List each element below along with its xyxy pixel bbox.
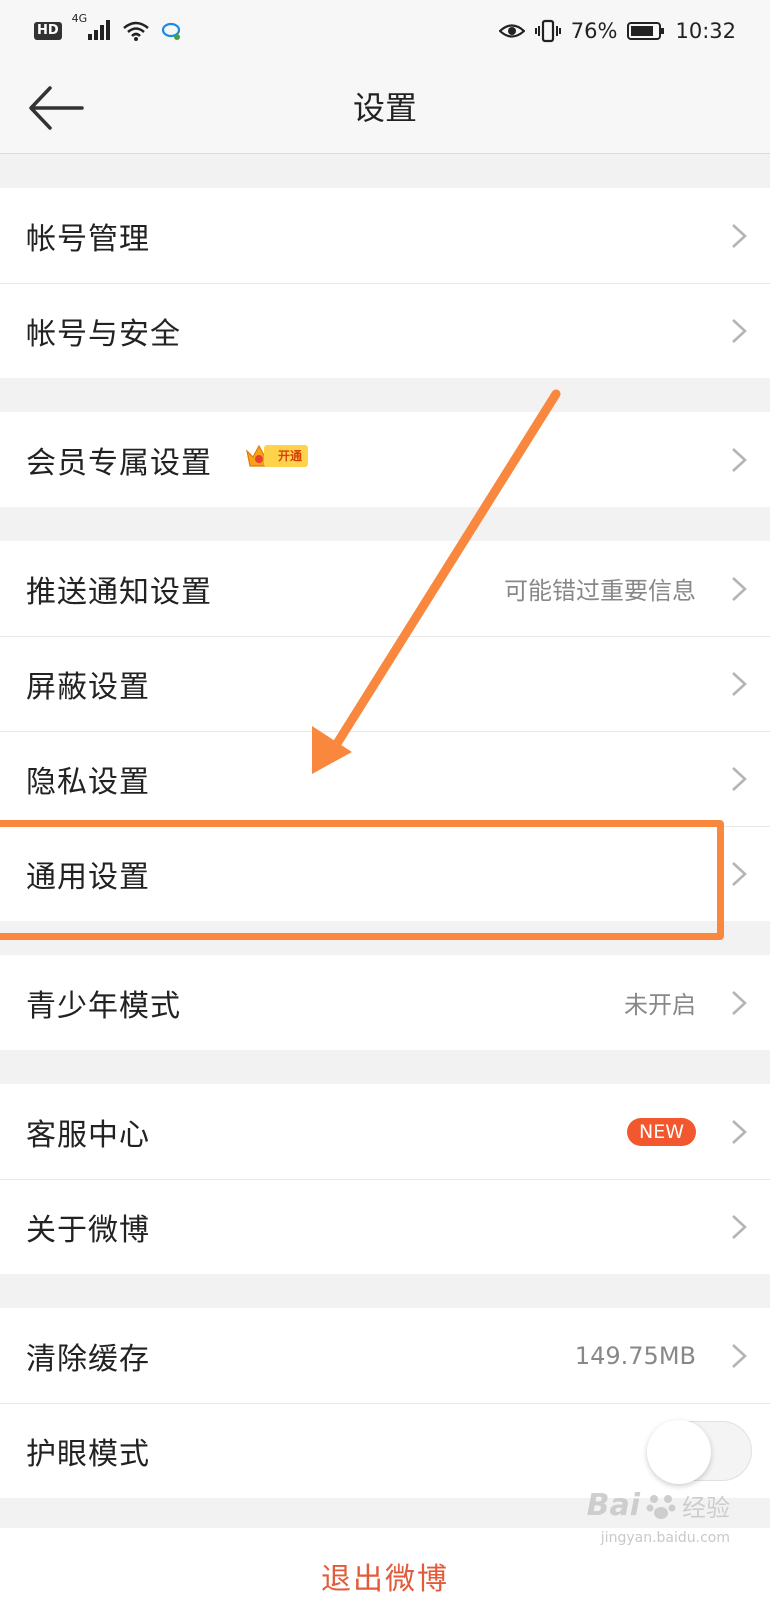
arrow-left-icon (29, 86, 84, 130)
row-account-manage[interactable]: 帐号管理 (0, 188, 770, 283)
push-hint: 可能错过重要信息 (504, 577, 696, 605)
row-general-settings[interactable]: 通用设置 (0, 826, 770, 921)
page-title: 设置 (352, 89, 417, 127)
row-label: 青少年模式 (26, 988, 181, 1024)
row-eye-mode: 护眼模式 (0, 1403, 770, 1498)
wifi-icon (123, 21, 149, 41)
battery-icon (627, 22, 665, 40)
chevron-right-icon (732, 861, 747, 886)
row-about-weibo[interactable]: 关于微博 (0, 1179, 770, 1274)
chat-notification-icon (161, 22, 180, 40)
watermark-brand: Bai (586, 1488, 640, 1523)
signal-icon (87, 19, 110, 40)
chevron-right-icon (732, 1343, 747, 1368)
toggle-knob (647, 1419, 711, 1484)
row-label: 帐号管理 (26, 221, 150, 257)
new-badge: NEW (626, 1117, 696, 1146)
watermark-brand-cn: 经验 (682, 1494, 730, 1522)
chevron-right-icon (732, 990, 747, 1015)
row-label: 清除缓存 (26, 1341, 150, 1377)
row-label: 客服中心 (26, 1117, 150, 1153)
eye-icon (498, 24, 525, 38)
row-label: 通用设置 (26, 859, 150, 895)
row-vip-settings[interactable]: 会员专属设置 开通 (0, 412, 770, 507)
eye-mode-toggle[interactable] (647, 1419, 752, 1484)
nav-bar: 设置 (0, 62, 770, 154)
row-label: 屏蔽设置 (26, 669, 150, 705)
back-button[interactable] (26, 82, 86, 134)
hd-indicator: HD (34, 22, 62, 40)
row-privacy-settings[interactable]: 隐私设置 (0, 731, 770, 826)
row-block-settings[interactable]: 屏蔽设置 (0, 636, 770, 731)
chevron-right-icon (732, 223, 747, 248)
row-push-settings[interactable]: 推送通知设置 可能错过重要信息 (0, 541, 770, 636)
status-bar: HD 4G 76% 10:32 (0, 0, 770, 62)
chevron-right-icon (732, 671, 747, 696)
row-label: 推送通知设置 (26, 574, 212, 610)
chevron-right-icon (732, 576, 747, 601)
paw-icon (646, 1494, 676, 1519)
signal-group: 4G (72, 12, 112, 45)
status-left: HD 4G (34, 12, 182, 45)
vip-badge[interactable]: 开通 (244, 442, 309, 470)
logout-label: 退出微博 (321, 1562, 449, 1597)
row-label: 会员专属设置 (26, 445, 212, 481)
row-clear-cache[interactable]: 清除缓存 149.75MB (0, 1308, 770, 1403)
row-label: 护眼模式 (26, 1436, 150, 1472)
network-type: 4G (71, 11, 88, 25)
row-label: 隐私设置 (26, 764, 150, 800)
watermark-url: jingyan.baidu.com (600, 1530, 730, 1546)
row-youth-mode[interactable]: 青少年模式 未开启 (0, 955, 770, 1050)
youth-mode-status: 未开启 (624, 991, 696, 1019)
battery-percent: 76% (570, 19, 618, 43)
chevron-right-icon (732, 1214, 747, 1239)
settings-list: 帐号管理 帐号与安全 会员专属设置 开通 推送通知设置 可能错过重要信息 屏蔽设… (0, 154, 770, 1498)
row-customer-service[interactable]: 客服中心 NEW (0, 1084, 770, 1179)
chevron-right-icon (732, 766, 747, 791)
vip-open-tag: 开通 (264, 445, 309, 467)
watermark-logo: Bai 经验 (587, 1488, 730, 1523)
row-account-security[interactable]: 帐号与安全 (0, 283, 770, 378)
row-label: 关于微博 (26, 1212, 150, 1248)
vibrate-icon (534, 19, 561, 43)
cache-size: 149.75MB (574, 1341, 696, 1370)
row-label: 帐号与安全 (26, 316, 181, 352)
clock: 10:32 (675, 19, 736, 43)
chevron-right-icon (732, 318, 747, 343)
status-right: 76% 10:32 (498, 19, 736, 43)
chevron-right-icon (732, 1119, 747, 1144)
chevron-right-icon (732, 447, 747, 472)
